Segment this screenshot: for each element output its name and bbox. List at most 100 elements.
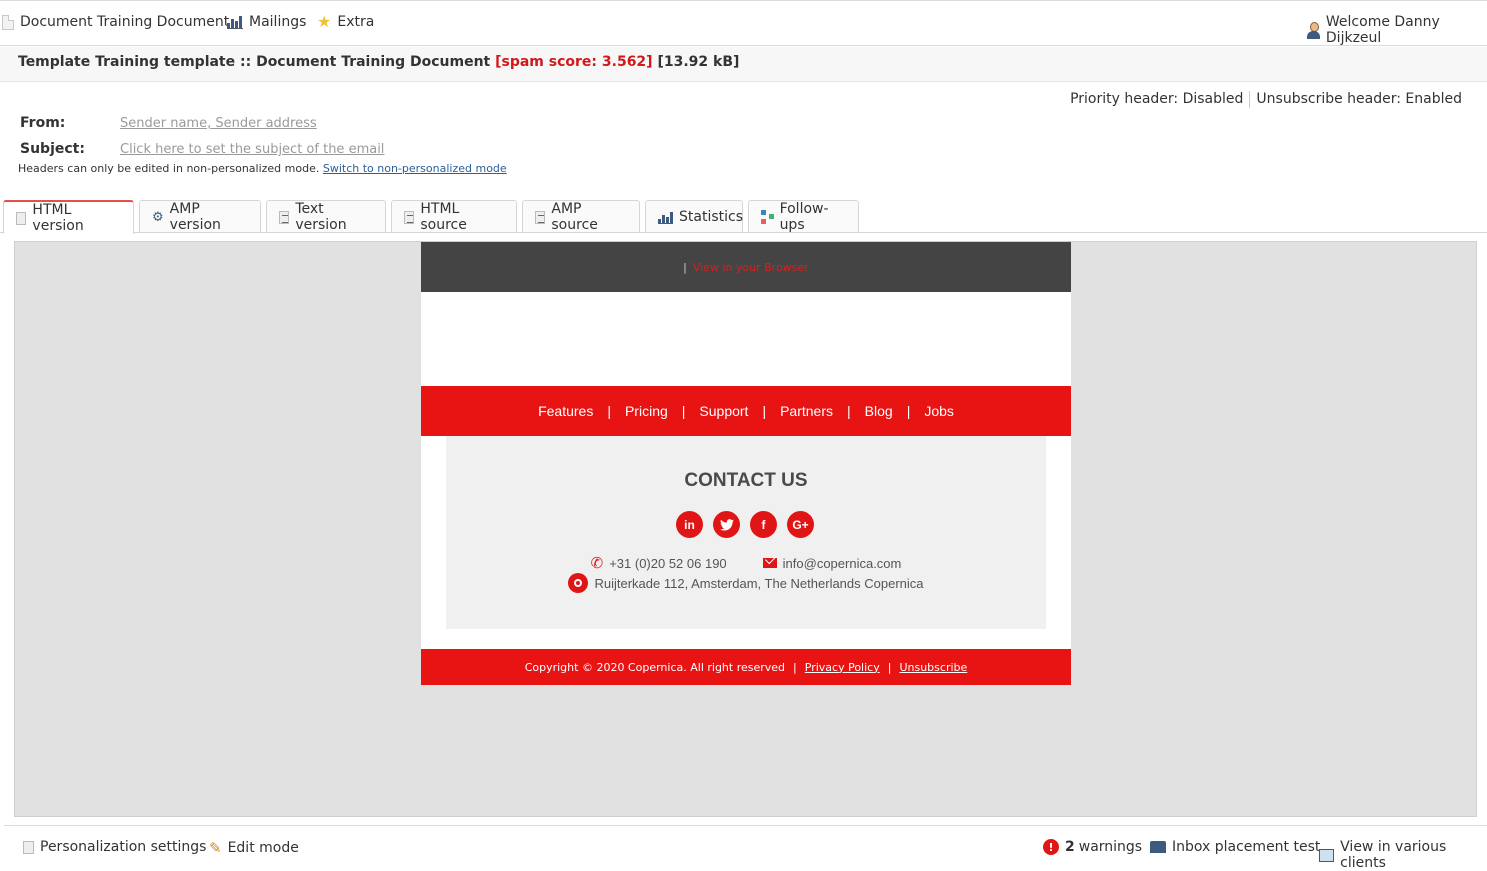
tab-amp-version[interactable]: ⚙ AMP version (139, 200, 261, 233)
nav-jobs[interactable]: Jobs (910, 403, 968, 419)
headers-note-text: Headers can only be edited in non-person… (18, 162, 320, 175)
contact-row-phone-email: ✆ +31 (0)20 52 06 190 info@copernica.com (446, 554, 1046, 572)
contact-email[interactable]: info@copernica.com (783, 556, 902, 571)
view-tabs: HTML version ⚙ AMP version Text version … (3, 200, 859, 234)
user-icon (1306, 21, 1320, 39)
tab-label: Text version (295, 201, 347, 233)
contact-row-address: Ruijterkade 112, Amsterdam, The Netherla… (446, 573, 1046, 593)
from-field[interactable]: Sender name, Sender address (120, 116, 317, 131)
headers-note: Headers can only be edited in non-person… (18, 162, 507, 175)
tab-statistics[interactable]: Statistics (645, 200, 743, 233)
switch-mode-link[interactable]: Switch to non-personalized mode (323, 162, 507, 175)
document-icon (16, 211, 27, 225)
tab-html-version[interactable]: HTML version (3, 200, 134, 234)
menu-extra[interactable]: ★ Extra (317, 12, 375, 31)
tab-text-version[interactable]: Text version (266, 200, 386, 233)
chart-icon (227, 15, 243, 29)
nav-support[interactable]: Support (685, 403, 762, 419)
inbox-icon (1150, 841, 1166, 853)
tab-label: Follow-ups (779, 201, 829, 233)
star-icon: ★ (317, 12, 332, 31)
location-pin-icon (568, 573, 589, 593)
flow-icon (761, 210, 774, 224)
header-settings: Priority header: Disabled Unsubscribe he… (1070, 91, 1462, 108)
contact-phone[interactable]: +31 (0)20 52 06 190 (609, 556, 726, 571)
chart-icon (658, 211, 673, 224)
inbox-placement-test-button[interactable]: Inbox placement test (1150, 839, 1320, 855)
facebook-icon[interactable]: f (750, 511, 777, 538)
clients-icon (1319, 848, 1335, 862)
contact-section: CONTACT US in f G+ ✆ +31 (0)20 52 06 190… (446, 436, 1046, 629)
email-header-space (421, 292, 1071, 386)
menu-mailings-label: Mailings (249, 14, 307, 30)
menu-mailings[interactable]: Mailings (227, 14, 306, 30)
document-icon (2, 14, 14, 30)
google-plus-icon[interactable]: G+ (787, 511, 814, 538)
phone-icon: ✆ (590, 555, 604, 572)
spam-score: [spam score: 3.562] (495, 54, 653, 70)
nav-partners[interactable]: Partners (766, 403, 847, 419)
page-title: Template Training template :: Document T… (0, 47, 1487, 82)
preheader-separator: | (683, 260, 687, 274)
user-welcome[interactable]: Welcome Danny Dijkzeul (1306, 14, 1487, 46)
warnings-button[interactable]: ! 2 warnings (1043, 839, 1142, 855)
unsubscribe-link[interactable]: Unsubscribe (899, 661, 967, 674)
subject-field[interactable]: Click here to set the subject of the ema… (120, 142, 384, 157)
email-footer: Copyright © 2020 Copernica. All right re… (421, 649, 1071, 685)
top-menu-bar: Document Training Document Mailings ★ Ex… (0, 0, 1487, 46)
warnings-label: warnings (1078, 839, 1143, 855)
welcome-text: Welcome Danny Dijkzeul (1325, 14, 1440, 46)
warning-icon: ! (1043, 839, 1059, 855)
personalization-label: Personalization settings (40, 839, 207, 855)
footer-separator: | (887, 660, 892, 674)
tab-html-source[interactable]: HTML source (391, 200, 517, 233)
mail-icon (762, 558, 777, 568)
inbox-test-label: Inbox placement test (1172, 839, 1321, 855)
divider (1249, 91, 1251, 108)
email-contact-wrapper: CONTACT US in f G+ ✆ +31 (0)20 52 06 190… (421, 436, 1071, 649)
source-icon (404, 210, 415, 224)
tab-amp-source[interactable]: AMP source (522, 200, 640, 233)
tab-follow-ups[interactable]: Follow-ups (748, 200, 859, 233)
email-preheader: | View in your Browser (421, 242, 1071, 292)
nav-blog[interactable]: Blog (851, 403, 907, 419)
view-clients-label: View in various clients (1340, 839, 1447, 871)
bottom-toolbar: Personalization settings ✎ Edit mode ! 2… (4, 825, 1487, 871)
email-navigation: Features | Pricing | Support | Partners … (421, 386, 1071, 436)
nav-pricing[interactable]: Pricing (611, 403, 682, 419)
tab-label: Statistics (679, 209, 743, 225)
email-preview[interactable]: | View in your Browser Features | Pricin… (14, 241, 1477, 817)
warnings-count: 2 (1065, 839, 1075, 855)
priority-header-status[interactable]: Priority header: Disabled (1070, 91, 1243, 108)
footer-separator: | (793, 660, 797, 674)
menu-extra-label: Extra (337, 14, 375, 30)
menu-document-label: Document Training Document (20, 14, 230, 30)
tab-label: AMP version (169, 201, 221, 233)
email-body: | View in your Browser Features | Pricin… (421, 242, 1071, 685)
social-links: in f G+ (676, 511, 814, 538)
view-in-clients-button[interactable]: View in various clients (1319, 839, 1487, 871)
divider (133, 232, 1487, 233)
twitter-icon[interactable] (713, 511, 740, 538)
view-in-browser-link[interactable]: View in your Browser (693, 261, 809, 274)
document-size: [13.92 kB] (657, 54, 740, 70)
edit-mode-button[interactable]: ✎ Edit mode (209, 839, 299, 857)
personalization-settings-button[interactable]: Personalization settings (23, 839, 206, 855)
contact-title: CONTACT US (684, 470, 808, 491)
linkedin-icon[interactable]: in (676, 511, 703, 538)
gear-icon: ⚙ (152, 209, 164, 225)
title-main: Template Training template :: Document T… (18, 54, 491, 70)
divider (0, 232, 4, 233)
subject-label: Subject: (20, 141, 85, 157)
privacy-policy-link[interactable]: Privacy Policy (805, 661, 880, 674)
menu-document[interactable]: Document Training Document (2, 14, 229, 30)
from-label: From: (20, 115, 66, 131)
text-document-icon (279, 210, 290, 224)
tab-label: HTML source (420, 201, 467, 233)
tab-label: AMP source (551, 201, 598, 233)
contact-address: Ruijterkade 112, Amsterdam, The Netherla… (594, 575, 924, 591)
unsubscribe-header-status[interactable]: Unsubscribe header: Enabled (1256, 91, 1462, 108)
nav-features[interactable]: Features (524, 403, 607, 419)
tab-label: HTML version (32, 202, 84, 234)
edit-mode-label: Edit mode (227, 840, 299, 856)
